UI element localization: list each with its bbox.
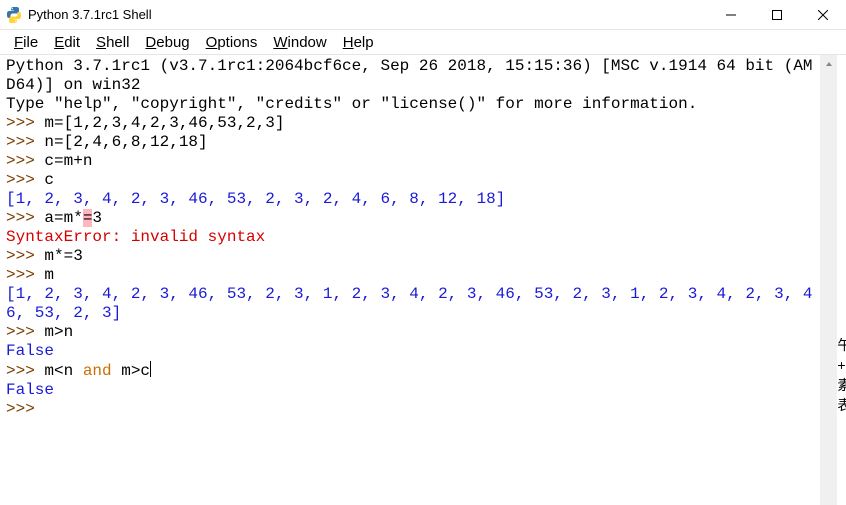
menu-debug-rest: ebug [156, 34, 189, 51]
input-line-3: c=m+n [44, 152, 92, 170]
prompt: >>> [6, 247, 44, 265]
menu-file[interactable]: File [6, 32, 46, 53]
title-bar: Python 3.7.1rc1 Shell [0, 0, 846, 30]
input-line-8: m>n [44, 323, 73, 341]
text-cursor [150, 361, 151, 377]
prompt: >>> [6, 171, 44, 189]
menu-file-accel: F [14, 34, 23, 51]
menu-help-accel: H [343, 34, 354, 51]
content-area: Python 3.7.1rc1 (v3.7.1rc1:2064bcf6ce, S… [0, 54, 846, 505]
sliver-char: 素 [837, 375, 846, 395]
prompt: >>> [6, 209, 44, 227]
output-c: [1, 2, 3, 4, 2, 3, 46, 53, 2, 3, 2, 4, 6… [6, 190, 505, 208]
vertical-scrollbar[interactable] [820, 55, 837, 505]
prompt: >>> [6, 266, 44, 284]
menu-help-rest: elp [354, 34, 374, 51]
input-line-7: m [44, 266, 54, 284]
output-syntax-error: SyntaxError: invalid syntax [6, 228, 265, 246]
prompt: >>> [6, 152, 44, 170]
python-app-icon [6, 7, 22, 23]
close-button[interactable] [800, 0, 846, 30]
input-line-5b: 3 [92, 209, 102, 227]
output-m: [1, 2, 3, 4, 2, 3, 46, 53, 2, 3, 1, 2, 3… [6, 285, 813, 322]
menu-options-rest: ptions [217, 34, 257, 51]
input-line-9a: m<n [44, 362, 82, 380]
menu-edit[interactable]: Edit [46, 32, 88, 53]
menu-options[interactable]: Options [198, 32, 266, 53]
menu-shell-rest: hell [106, 34, 129, 51]
window-title: Python 3.7.1rc1 Shell [28, 7, 152, 22]
input-line-4: c [44, 171, 54, 189]
sliver-char: 午 [837, 335, 846, 355]
menu-window-rest: indow [288, 34, 327, 51]
input-line-6: m*=3 [44, 247, 82, 265]
menu-debug[interactable]: Debug [137, 32, 197, 53]
keyword-and: and [83, 362, 112, 380]
menu-shell[interactable]: Shell [88, 32, 137, 53]
banner-line-1: Python 3.7.1rc1 (v3.7.1rc1:2064bcf6ce, S… [6, 57, 813, 94]
menu-options-accel: O [206, 34, 218, 51]
menu-bar: File Edit Shell Debug Options Window Hel… [0, 30, 846, 54]
sliver-char: 表 [837, 395, 846, 415]
menu-edit-rest: dit [64, 34, 80, 51]
banner-line-2: Type "help", "copyright", "credits" or "… [6, 95, 697, 113]
input-line-9b: m>c [112, 362, 150, 380]
menu-shell-accel: S [96, 34, 106, 51]
input-line-1: m=[1,2,3,4,2,3,46,53,2,3] [44, 114, 284, 132]
adjacent-window-sliver: 午 + 素 表 [837, 55, 846, 505]
menu-edit-accel: E [54, 34, 64, 51]
menu-file-rest: ile [23, 34, 38, 51]
menu-window-accel: W [273, 34, 287, 51]
minimize-button[interactable] [708, 0, 754, 30]
maximize-button[interactable] [754, 0, 800, 30]
prompt: >>> [6, 323, 44, 341]
syntax-error-highlight: = [83, 209, 93, 227]
menu-help[interactable]: Help [335, 32, 382, 53]
menu-window[interactable]: Window [265, 32, 334, 53]
prompt: >>> [6, 114, 44, 132]
menu-debug-accel: D [145, 34, 156, 51]
input-line-2: n=[2,4,6,8,12,18] [44, 133, 207, 151]
prompt: >>> [6, 362, 44, 380]
input-line-5a: a=m* [44, 209, 82, 227]
output-false-1: False [6, 342, 54, 360]
scrollbar-up-icon[interactable] [820, 55, 837, 72]
shell-console[interactable]: Python 3.7.1rc1 (v3.7.1rc1:2064bcf6ce, S… [0, 55, 820, 505]
prompt: >>> [6, 400, 44, 418]
output-false-2: False [6, 381, 54, 399]
sliver-char: + [837, 355, 846, 375]
prompt: >>> [6, 133, 44, 151]
